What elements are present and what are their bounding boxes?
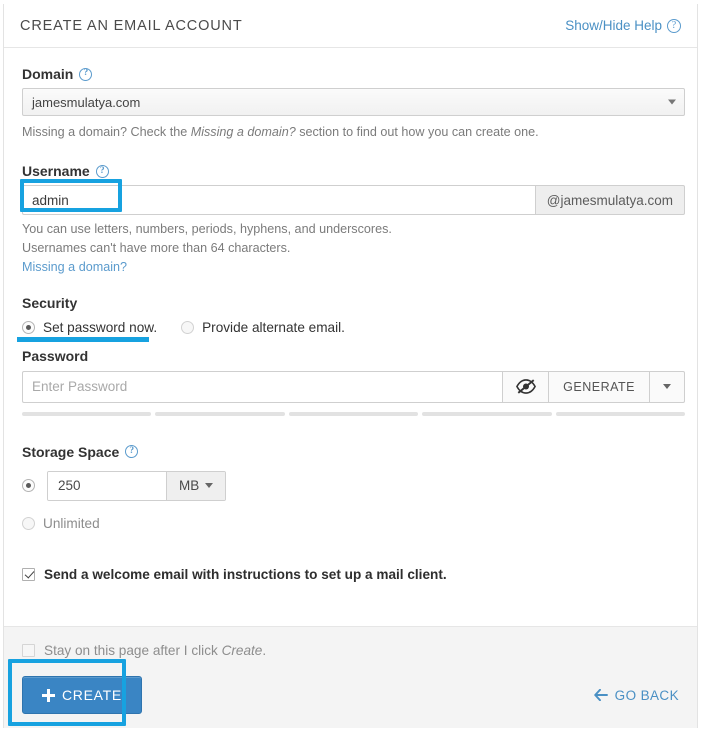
generate-options-dropdown[interactable] [649,370,685,403]
eye-slash-icon [515,379,536,395]
storage-space-label: Storage Space [22,443,120,460]
username-input[interactable] [22,185,535,216]
strength-segment [288,411,419,416]
stay-label-after: . [262,643,267,658]
generate-password-button[interactable]: GENERATE [548,370,649,403]
radio-label-unlimited[interactable]: Unlimited [43,516,100,531]
strength-segment [22,411,152,416]
question-circle-icon[interactable]: ? [125,445,139,459]
username-label-row: Username ? [22,163,679,179]
card-body: Domain ? jamesmulatya.com Missing a doma… [4,48,697,626]
storage-unit-label: MB [179,478,200,494]
storage-unit-dropdown[interactable]: MB [166,471,226,500]
strength-segment [155,411,285,416]
radio-icon-alternate-email[interactable] [181,320,195,334]
security-options: Set password now. Provide alternate emai… [22,320,679,335]
storage-quota-input[interactable] [48,471,166,500]
go-back-label: GO BACK [614,687,679,703]
stay-label-italic: Create [221,643,263,658]
username-hint-2: Usernames can't have more than 64 charac… [22,240,291,255]
arrow-left-icon [593,689,608,701]
radio-set-password-now[interactable]: Set password now. [22,320,157,335]
radio-provide-alternate-email[interactable]: Provide alternate email. [181,320,345,335]
security-label: Security [22,294,78,311]
domain-hint-before: Missing a domain? Check the [22,125,191,139]
create-email-account-card: CREATE AN EMAIL ACCOUNT Show/Hide Help ?… [3,4,698,728]
stay-label-before: Stay on this page after I click [44,643,222,658]
password-input[interactable] [22,370,503,403]
storage-label-row: Storage Space ? [22,444,679,460]
domain-hint: Missing a domain? Check the Missing a do… [22,123,679,141]
domain-select[interactable]: jamesmulatya.com [22,88,685,116]
strength-segment [422,411,552,416]
radio-label-alternate-email[interactable]: Provide alternate email. [202,320,345,335]
domain-select-value[interactable]: jamesmulatya.com [22,88,685,116]
card-header: CREATE AN EMAIL ACCOUNT Show/Hide Help ? [4,4,697,48]
password-input-group: GENERATE [22,370,685,403]
password-strength-meter [22,411,686,416]
stay-on-page-row[interactable]: Stay on this page after I click Create. [22,643,679,658]
create-button-label: CREATE [62,687,122,703]
missing-domain-link[interactable]: Missing a domain? [22,260,679,274]
checkbox-stay-on-page[interactable] [22,644,35,657]
question-circle-icon[interactable]: ? [79,67,93,81]
checkbox-welcome-email[interactable] [22,567,35,581]
stay-on-page-label[interactable]: Stay on this page after I click Create. [44,643,266,658]
create-button[interactable]: CREATE [22,676,142,714]
chevron-down-icon [663,384,671,390]
radio-label-set-password[interactable]: Set password now. [43,320,157,335]
card-footer: Stay on this page after I click Create. … [4,626,697,728]
toggle-password-visibility-button[interactable] [502,370,549,403]
domain-hint-after: section to find out how you can create o… [295,125,539,139]
strength-segment [555,411,686,416]
plus-icon [42,688,55,702]
storage-unlimited-row[interactable]: Unlimited [22,516,679,531]
show-hide-help-button[interactable]: Show/Hide Help ? [565,18,681,33]
question-circle-icon[interactable]: ? [95,164,109,178]
username-label: Username [22,163,90,180]
question-circle-icon: ? [667,18,681,33]
domain-hint-italic: Missing a domain? [190,125,296,139]
chevron-down-icon [205,483,214,489]
footer-actions: CREATE GO BACK [22,676,679,714]
email-account-page: CREATE AN EMAIL ACCOUNT Show/Hide Help ?… [0,0,701,732]
storage-quota-row: MB [22,470,679,501]
welcome-email-row[interactable]: Send a welcome email with instructions t… [22,567,679,582]
domain-label-row: Domain ? [22,66,679,82]
radio-icon-set-password[interactable] [22,320,35,334]
go-back-button[interactable]: GO BACK [593,687,679,703]
radio-icon-storage-quota[interactable] [22,479,35,493]
show-hide-help-label: Show/Hide Help [565,18,662,33]
username-domain-suffix: @jamesmulatya.com [534,185,685,216]
username-hint-1: You can use letters, numbers, periods, h… [22,222,392,237]
page-title: CREATE AN EMAIL ACCOUNT [20,17,243,34]
username-input-group: @jamesmulatya.com [22,185,685,216]
welcome-email-label[interactable]: Send a welcome email with instructions t… [44,567,447,582]
storage-quota-group: MB [47,470,227,501]
password-label: Password [22,347,89,364]
domain-label: Domain [22,66,74,82]
radio-icon-unlimited[interactable] [22,516,35,530]
